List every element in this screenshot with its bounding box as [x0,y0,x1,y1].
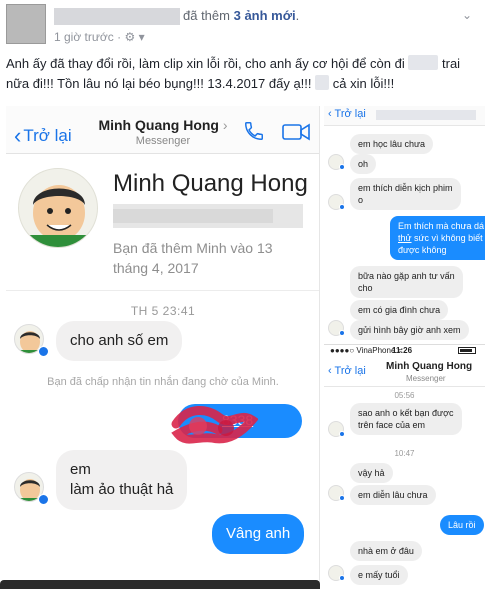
post-action-prefix: đã thêm [183,8,230,23]
message-line: o [358,195,364,205]
caption-text-3: cả xin lỗi!!! [332,76,395,91]
incoming-message[interactable]: vậy hả [350,463,393,483]
message-line: cho [358,283,373,293]
outgoing-message[interactable]: Lâu rồi [440,515,484,535]
incoming-message[interactable]: cho anh số em [56,321,183,361]
messenger-badge-icon [339,330,345,336]
messenger-badge-icon [38,346,49,357]
message-word: sức vì không biết [411,233,483,243]
incoming-message-multiline[interactable]: em thích diễn kịch phim o [350,178,461,210]
message-line: em thích diễn kịch phim [358,183,453,193]
chat-title[interactable]: Minh Quang Hong [386,361,472,372]
chevron-down-icon: ▾ [138,30,145,44]
contact-info-redacted-inner [113,209,273,223]
outgoing-message-multiline[interactable]: Em thích mà chưa dá thử sức vì không biế… [390,216,485,260]
chat-subtitle: Messenger [406,374,446,383]
post-timestamp[interactable]: 1 giờ trước · ⚙ ▾ [54,30,145,44]
chat-title-text: Minh Quang Hong [98,117,219,133]
incoming-message[interactable]: e mấy tuổi [350,565,408,585]
message-line: Em thích mà chưa dá [398,221,485,231]
battery-icon [458,347,476,354]
message-line: sao anh o kết bạn được [358,408,454,418]
message-line: em [70,461,91,478]
back-button[interactable]: ‹ Trở lại [14,121,72,148]
globe-gear-icon: ⚙ [124,30,136,44]
outgoing-message[interactable]: Vâng anh [212,514,305,554]
messenger-badge-icon [339,204,345,210]
back-button[interactable]: ‹ Trở lại [328,365,366,377]
phone-call-icon[interactable] [243,120,265,142]
messenger-badge-icon [38,494,49,505]
incoming-message[interactable]: oh [350,154,377,174]
red-scribble-redaction [171,406,258,444]
post-action-suffix: . [295,8,300,23]
chat-timestamp: 10:47 [394,449,415,458]
contact-avatar-large[interactable] [18,168,98,248]
messenger-nav-bar-small: ‹ Trở lại Minh Quang Hong Messenger [324,357,485,387]
messenger-screenshot-left[interactable]: ‹ Trở lại Minh Quang Hong › Messenger Min… [6,106,320,589]
phone-status-bar: ●●●●○ VinaPhone ≈ 11:26 [324,345,485,357]
back-label: Trở lại [334,108,366,120]
caption-redacted-2 [315,75,330,90]
friend-added-note: Bạn đã thêm Minh vào 13 tháng 4, 2017 [113,240,273,276]
request-accepted-notice: Bạn đã chấp nhận tin nhắn đang chờ của M… [47,376,279,388]
back-label: Trở lại [23,126,72,145]
title-redacted [376,110,476,120]
chat-timestamp: 05:56 [394,391,415,400]
video-call-icon[interactable] [282,122,310,142]
post-action-text: đã thêm 3 ảnh mới. [183,8,299,23]
incoming-message[interactable]: gửi hình bây giờ anh xem [350,320,469,340]
status-clock: 11:26 [392,346,413,355]
message-word: thử [398,233,412,243]
message-line: được không [398,245,447,255]
caption-redacted-1 [408,55,439,70]
messenger-badge-icon [339,495,345,501]
incoming-message-multiline[interactable]: bữa nào gặp anh tư vấn cho [350,266,463,298]
cartoon-face-icon [19,185,97,247]
contact-name: Minh Quang Hong [113,170,308,197]
message-line: làm ảo thuật hả [70,481,174,498]
back-label: Trở lại [334,365,366,377]
chat-timestamp: TH 5 23:41 [130,304,196,318]
chat-title[interactable]: Minh Quang Hong › [98,117,228,133]
poster-avatar[interactable] [6,4,46,44]
chevron-left-icon: ‹ [14,123,22,148]
incoming-message[interactable]: em học lâu chưa [350,134,434,154]
messenger-badge-icon [339,164,345,170]
back-button[interactable]: ‹ Trở lại [328,108,366,120]
chevron-right-icon: › [222,117,228,133]
post-time-text[interactable]: 1 giờ trước [54,30,114,44]
incoming-message[interactable]: nhà em ở đâu [350,541,422,561]
messenger-nav-bar-small: ‹ Trở lại [324,106,485,126]
message-line: bữa nào gặp anh tư vấn [358,271,455,281]
message-line: trên face của em [358,420,426,430]
carrier-name: VinaPhone [356,346,396,355]
incoming-message[interactable]: em có gia đình chưa [350,300,449,320]
post-header: đã thêm 3 ảnh mới. 1 giờ trước · ⚙ ▾ ⌄ [0,0,485,52]
message-line: thử sức vì không biết [398,232,484,244]
post-caption: Anh ấy đã thay đổi rồi, làm clip xin lỗi… [6,54,479,94]
post-options-chevron-icon[interactable]: ⌄ [459,8,475,22]
messenger-badge-icon [339,575,345,581]
poster-name-redacted[interactable] [54,8,180,25]
messenger-screenshot-right-top[interactable]: ‹ Trở lại em học lâu chưa oh em thích di… [324,106,485,342]
messenger-nav-bar: ‹ Trở lại Minh Quang Hong › Messenger [6,106,319,154]
divider [6,290,319,291]
incoming-message[interactable]: em diễn lâu chưa [350,485,436,505]
messenger-screenshot-right-bottom[interactable]: ●●●●○ VinaPhone ≈ 11:26 ‹ Trở lại Minh Q… [324,344,485,589]
caption-text-1: Anh ấy đã thay đổi rồi, làm clip xin lỗi… [6,56,405,71]
phone-bottom-bar [0,580,320,589]
post-photo-count-link[interactable]: 3 ảnh mới [234,8,296,23]
incoming-message-multiline[interactable]: em làm ảo thuật hả [56,450,188,510]
messenger-badge-icon [339,431,345,437]
incoming-message-multiline[interactable]: sao anh o kết bạn được trên face của em [350,403,462,435]
chat-subtitle: Messenger [135,135,191,147]
